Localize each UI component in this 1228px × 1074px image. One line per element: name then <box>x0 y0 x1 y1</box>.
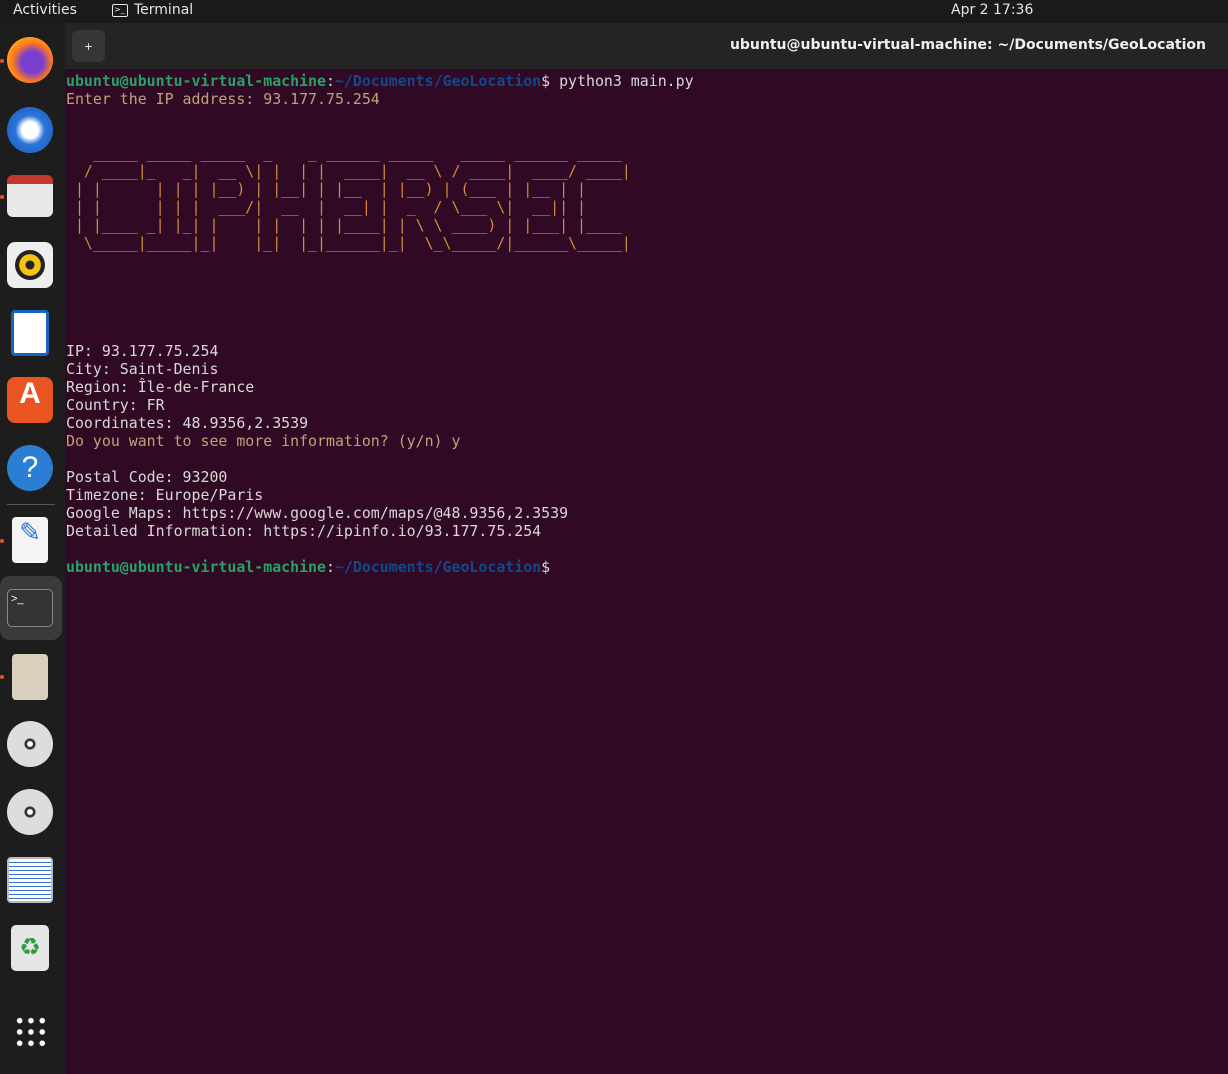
prompt-sep: : <box>325 72 335 90</box>
thunderbird-icon[interactable] <box>7 107 53 153</box>
info-line: IP: 93.177.75.254 <box>66 342 219 360</box>
app-menu[interactable]: >_ Terminal <box>112 2 193 18</box>
top-bar: Activities >_ Terminal Apr 2 17:36 <box>0 0 1228 23</box>
prompt-end: $ <box>541 558 551 576</box>
more-info-prompt: Do you want to see more information? (y/… <box>66 432 461 450</box>
terminal-titlebar: + ubuntu@ubuntu-virtual-machine: ~/Docum… <box>65 23 1228 69</box>
dock-separator <box>7 504 55 505</box>
app-menu-label: Terminal <box>134 2 194 18</box>
prompt-path: ~/Documents/GeoLocation <box>334 72 542 90</box>
firefox-icon[interactable] <box>7 37 53 83</box>
clock[interactable]: Apr 2 17:36 <box>951 2 1033 18</box>
info-line: Postal Code: 93200 <box>66 468 228 486</box>
ip-input-line: Enter the IP address: 93.177.75.254 <box>66 90 380 108</box>
info-line: Country: FR <box>66 396 165 414</box>
trash-icon[interactable]: ♻ <box>11 925 49 971</box>
info-line: Timezone: Europe/Paris <box>66 486 264 504</box>
prompt-line: ubuntu@ubuntu-virtual-machine:~/Document… <box>66 558 694 576</box>
running-indicator <box>0 195 4 199</box>
activities-button[interactable]: Activities <box>13 2 77 18</box>
text-editor-icon[interactable]: ✎ <box>12 517 48 563</box>
prompt-user: ubuntu@ubuntu-virtual-machine <box>66 72 326 90</box>
info-line: Region: Île-de-France <box>66 378 255 396</box>
prompt-path: ~/Documents/GeoLocation <box>334 558 542 576</box>
info-line: City: Saint-Denis <box>66 360 219 378</box>
window-title: ubuntu@ubuntu-virtual-machine: ~/Documen… <box>729 37 1206 53</box>
dock: A ? ✎ >_ ♻ <box>0 23 65 1074</box>
document-viewer-icon[interactable] <box>7 857 53 903</box>
command-line: ubuntu@ubuntu-virtual-machine:~/Document… <box>66 72 694 90</box>
archive-manager-icon[interactable] <box>12 654 48 700</box>
show-apps-icon[interactable] <box>14 1015 48 1049</box>
prompt-sep: : <box>325 558 335 576</box>
dvd-drive-icon[interactable] <box>7 721 53 767</box>
ascii-banner: _____ _____ _____ _ _ ______ _____ _____… <box>74 144 631 252</box>
app-center-icon[interactable]: A <box>7 377 53 423</box>
prompt-user: ubuntu@ubuntu-virtual-machine <box>66 558 326 576</box>
terminal-icon: >_ <box>112 3 128 17</box>
running-indicator <box>0 675 4 679</box>
info-line: Google Maps: https://www.google.com/maps… <box>66 504 569 522</box>
writer-icon[interactable] <box>11 310 49 356</box>
command: python3 main.py <box>550 72 694 90</box>
running-indicator <box>0 59 4 63</box>
info-line: Detailed Information: https://ipinfo.io/… <box>66 522 542 540</box>
running-indicator <box>0 539 4 543</box>
terminal-output[interactable]: ubuntu@ubuntu-virtual-machine:~/Document… <box>66 72 694 576</box>
help-icon[interactable]: ? <box>7 445 53 491</box>
files-icon[interactable] <box>7 175 53 217</box>
rhythmbox-icon[interactable] <box>15 250 45 280</box>
info-line: Coordinates: 48.9356,2.3539 <box>66 414 309 432</box>
prompt-end: $ <box>541 72 551 90</box>
dvd-drive-icon-2[interactable] <box>7 789 53 835</box>
terminal-dock-icon[interactable]: >_ <box>7 589 53 627</box>
new-tab-button[interactable]: + <box>72 30 105 62</box>
